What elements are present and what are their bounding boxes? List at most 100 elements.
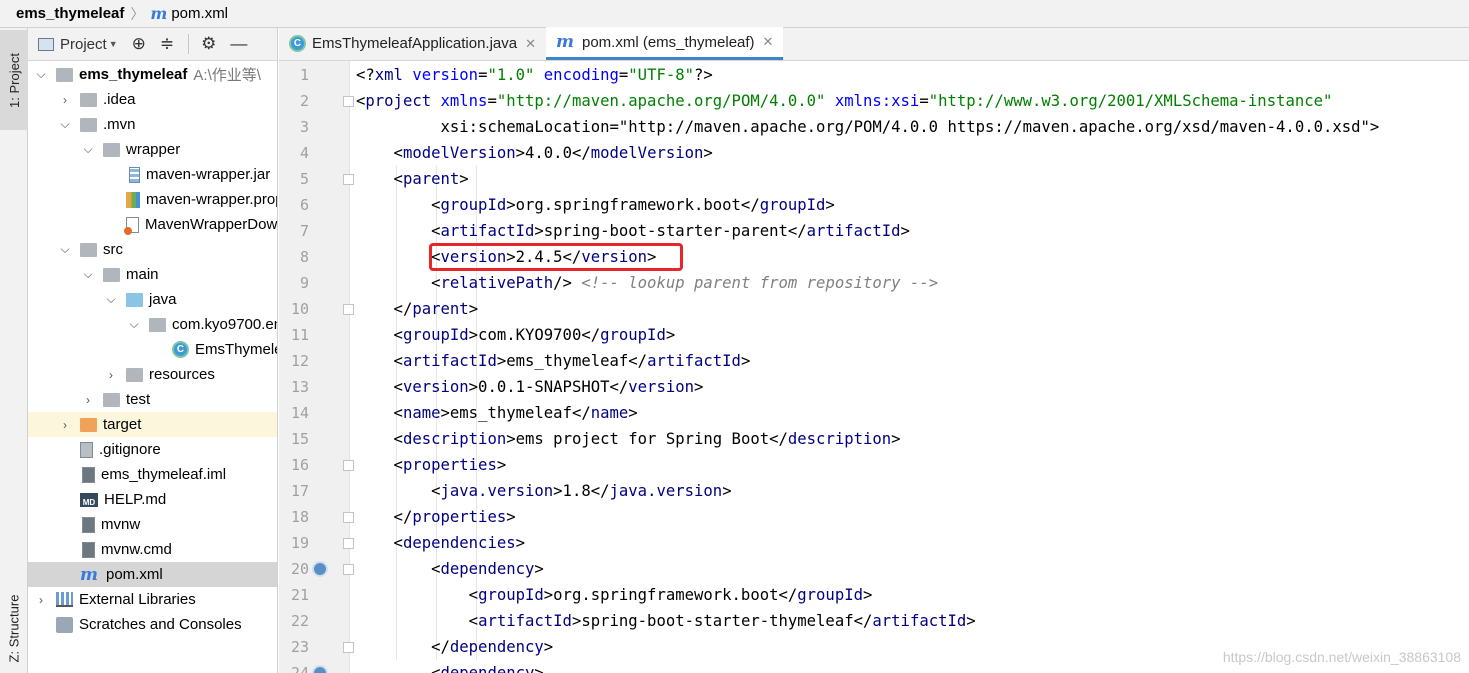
project-tool-tab[interactable]: 1: Project bbox=[0, 30, 28, 130]
code-line[interactable]: <?xml version="1.0" encoding="UTF-8"?> bbox=[356, 62, 713, 88]
expanded-arrow-icon[interactable]: ⌵ bbox=[81, 267, 95, 282]
expanded-arrow-icon[interactable]: ⌵ bbox=[58, 117, 72, 132]
collapsed-arrow-icon[interactable]: › bbox=[58, 93, 72, 107]
dependency-gutter-icon[interactable] bbox=[312, 561, 328, 577]
folder-icon bbox=[103, 267, 120, 282]
tree-item-java[interactable]: ⌵ java bbox=[28, 287, 277, 312]
gear-icon[interactable]: ⚙ bbox=[201, 34, 216, 54]
module-file-icon bbox=[82, 466, 95, 483]
module-folder-icon bbox=[56, 67, 73, 82]
structure-tool-tab[interactable]: Z: Structure bbox=[0, 583, 28, 673]
code-line[interactable]: <artifactId>ems_thymeleaf</artifactId> bbox=[356, 348, 751, 374]
code-line[interactable]: <dependency> bbox=[356, 660, 544, 673]
tree-item-external-libraries[interactable]: › External Libraries bbox=[28, 587, 277, 612]
folder-icon bbox=[103, 392, 120, 407]
tree-item-test[interactable]: › test bbox=[28, 387, 277, 412]
expanded-arrow-icon[interactable]: ⌵ bbox=[104, 292, 118, 307]
project-view-selector[interactable]: Project ▼ bbox=[38, 36, 118, 53]
code-line[interactable]: <name>ems_thymeleaf</name> bbox=[356, 400, 638, 426]
tool-window-stripe: 1: Project Z: Structure bbox=[0, 28, 28, 673]
code-line[interactable]: <relativePath/> <!-- lookup parent from … bbox=[356, 270, 938, 296]
tree-item-application-class[interactable]: C EmsThymeleafApplication bbox=[28, 337, 277, 362]
watermark: https://blog.csdn.net/weixin_38863108 bbox=[1222, 649, 1461, 665]
code-line[interactable]: <description>ems project for Spring Boot… bbox=[356, 426, 901, 452]
code-line[interactable]: </properties> bbox=[356, 504, 516, 530]
tree-item-label: HELP.md bbox=[104, 491, 167, 508]
tree-item-root[interactable]: ⌵ ems_thymeleaf A:\作业等\ bbox=[28, 62, 277, 87]
tree-item-help[interactable]: MD HELP.md bbox=[28, 487, 277, 512]
maven-m-icon: m bbox=[556, 32, 574, 52]
tree-item-label: mvnw.cmd bbox=[101, 541, 172, 558]
code-line[interactable]: <dependency> bbox=[356, 556, 544, 582]
tree-item-mvn[interactable]: ⌵ .mvn bbox=[28, 112, 277, 137]
tree-item-main[interactable]: ⌵ main bbox=[28, 262, 277, 287]
tree-item-pom[interactable]: m pom.xml bbox=[28, 562, 277, 587]
tree-item-label: .idea bbox=[103, 91, 136, 108]
collapse-all-icon[interactable]: ≑ bbox=[160, 34, 174, 54]
tab-label: pom.xml (ems_thymeleaf) bbox=[582, 33, 755, 51]
java-class-icon: C bbox=[172, 341, 189, 358]
dependency-gutter-icon[interactable] bbox=[312, 665, 328, 673]
tree-item-wrapper-jar[interactable]: maven-wrapper.jar bbox=[28, 162, 277, 187]
gitignore-file-icon bbox=[80, 441, 93, 458]
breadcrumb-separator-icon: 〉 bbox=[130, 5, 145, 22]
expanded-arrow-icon[interactable]: ⌵ bbox=[58, 242, 72, 257]
line-number: 13 bbox=[290, 378, 309, 396]
hide-panel-icon[interactable]: — bbox=[230, 34, 247, 54]
tree-item-resources[interactable]: › resources bbox=[28, 362, 277, 387]
code-line[interactable]: <modelVersion>4.0.0</modelVersion> bbox=[356, 140, 713, 166]
expanded-arrow-icon[interactable]: ⌵ bbox=[34, 67, 48, 82]
code-area[interactable]: <?xml version="1.0" encoding="UTF-8"?> <p… bbox=[350, 61, 1469, 673]
code-line[interactable]: <artifactId>spring-boot-starter-parent</… bbox=[356, 218, 910, 244]
code-line[interactable]: <artifactId>spring-boot-starter-thymelea… bbox=[356, 608, 976, 634]
tree-item-package[interactable]: ⌵ com.kyo9700.ems_thymeleaf bbox=[28, 312, 277, 337]
line-number: 19 bbox=[290, 534, 309, 552]
locate-file-icon[interactable]: ⊕ bbox=[132, 34, 146, 54]
tree-item-scratches[interactable]: Scratches and Consoles bbox=[28, 612, 277, 637]
code-line[interactable]: <java.version>1.8</java.version> bbox=[356, 478, 731, 504]
breadcrumb-file[interactable]: pom.xml bbox=[171, 5, 228, 22]
tree-item-target[interactable]: › target bbox=[28, 412, 277, 437]
collapsed-arrow-icon[interactable]: › bbox=[58, 418, 72, 432]
expanded-arrow-icon[interactable]: ⌵ bbox=[127, 317, 141, 332]
code-line[interactable]: </parent> bbox=[356, 296, 479, 322]
code-line[interactable]: <groupId>org.springframework.boot</group… bbox=[356, 192, 835, 218]
folder-icon bbox=[80, 242, 97, 257]
collapsed-arrow-icon[interactable]: › bbox=[81, 393, 95, 407]
tree-item-label: resources bbox=[149, 366, 215, 383]
close-icon[interactable]: ✕ bbox=[525, 36, 536, 52]
expanded-arrow-icon[interactable]: ⌵ bbox=[81, 142, 95, 157]
tree-item-iml[interactable]: ems_thymeleaf.iml bbox=[28, 462, 277, 487]
tree-item-mvnw-cmd[interactable]: mvnw.cmd bbox=[28, 537, 277, 562]
code-line[interactable]: <version>0.0.1-SNAPSHOT</version> bbox=[356, 374, 704, 400]
code-line[interactable]: <groupId>org.springframework.boot</group… bbox=[356, 582, 873, 608]
code-line[interactable]: <properties> bbox=[356, 452, 507, 478]
code-line[interactable]: <dependencies> bbox=[356, 530, 525, 556]
code-line[interactable]: <groupId>com.KYO9700</groupId> bbox=[356, 322, 676, 348]
tree-item-src[interactable]: ⌵ src bbox=[28, 237, 277, 262]
editor: C EmsThymeleafApplication.java ✕ m pom.x… bbox=[279, 27, 1469, 673]
tree-item-gitignore[interactable]: .gitignore bbox=[28, 437, 277, 462]
close-icon[interactable]: ✕ bbox=[763, 34, 774, 50]
tree-item-label: maven-wrapper.properties bbox=[146, 191, 277, 208]
tree-item-wrapper[interactable]: ⌵ wrapper bbox=[28, 137, 277, 162]
editor-tab-bar: C EmsThymeleafApplication.java ✕ m pom.x… bbox=[279, 27, 1469, 61]
tree-item-label: Scratches and Consoles bbox=[79, 616, 242, 633]
tree-item-wrapper-properties[interactable]: maven-wrapper.properties bbox=[28, 187, 277, 212]
editor-gutter[interactable]: 1 2 3 4 5 6 7 8 9 10 11 12 13 14 15 16 17 18 19 20 21 22 23 24 bbox=[279, 61, 354, 673]
collapsed-arrow-icon[interactable]: › bbox=[104, 368, 118, 382]
code-line[interactable]: xsi:schemaLocation="http://maven.apache.… bbox=[356, 114, 1379, 140]
collapsed-arrow-icon[interactable]: › bbox=[34, 593, 48, 607]
tree-item-mvnw[interactable]: mvnw bbox=[28, 512, 277, 537]
tab-emsthymeleafapplication[interactable]: C EmsThymeleafApplication.java ✕ bbox=[279, 27, 546, 60]
tree-item-idea[interactable]: › .idea bbox=[28, 87, 277, 112]
tree-item-wrapper-downloader[interactable]: MavenWrapperDownloader.java bbox=[28, 212, 277, 237]
code-line[interactable]: <project xmlns="http://maven.apache.org/… bbox=[356, 88, 1332, 114]
code-line[interactable]: <parent> bbox=[356, 166, 469, 192]
line-number: 17 bbox=[290, 482, 309, 500]
tab-pom-xml[interactable]: m pom.xml (ems_thymeleaf) ✕ bbox=[546, 27, 784, 60]
tree-item-label: ems_thymeleaf.iml bbox=[101, 466, 227, 483]
breadcrumb-project[interactable]: ems_thymeleaf bbox=[16, 5, 124, 22]
line-number: 9 bbox=[299, 274, 309, 292]
code-line[interactable]: </dependency> bbox=[356, 634, 553, 660]
